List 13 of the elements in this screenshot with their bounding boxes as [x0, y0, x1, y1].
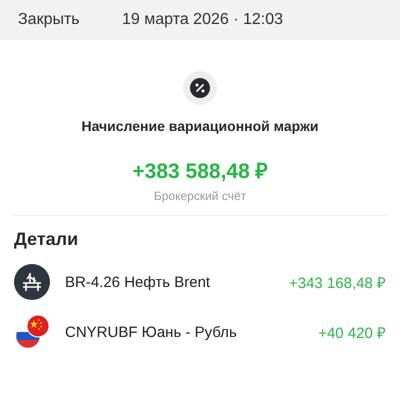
total-amount: +383 588,48 ₽ — [132, 159, 268, 184]
section-title: Детали — [14, 229, 80, 250]
account-label: Брокерский счёт — [154, 189, 246, 203]
close-link[interactable]: Закрыть — [18, 11, 122, 29]
instrument-amount: +40 420 ₽ — [318, 324, 386, 342]
instrument-amount: +343 168,48 ₽ — [288, 274, 386, 292]
operation-title: Начисление вариационной маржи — [81, 118, 319, 134]
instrument-name: CNYRUBF Юань - Рубль — [65, 324, 238, 340]
oil-platform-icon — [14, 264, 50, 300]
percent-icon — [183, 71, 217, 105]
instrument-name: BR-4.26 Нефть Brent — [65, 274, 212, 290]
date-time: 19 марта 2026 · 12:03 — [122, 11, 284, 29]
flags-icon — [14, 314, 50, 350]
